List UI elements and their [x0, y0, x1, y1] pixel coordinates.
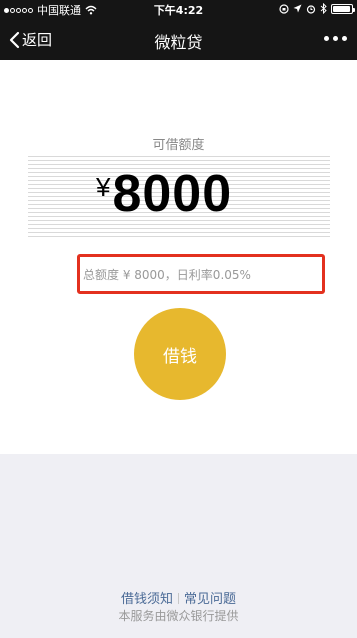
more-dot-icon [342, 36, 347, 41]
limit-label: 可借额度 [152, 138, 205, 153]
faq-link[interactable]: 常见问题 [184, 592, 236, 607]
credit-info-text: 总额度 ¥ 8000，日利率0.05% [83, 267, 251, 282]
page-title: 微粒贷 [154, 33, 203, 52]
battery-fill [333, 5, 351, 12]
location-icon [293, 4, 302, 13]
alarm-icon [306, 4, 316, 14]
battery-icon [331, 3, 355, 14]
bluetooth-icon [320, 3, 327, 14]
borrow-notice-link[interactable]: 借钱须知 [121, 592, 173, 607]
footer: 借钱须知 常见问题 本服务由微众银行提供 [0, 454, 357, 638]
currency-symbol: ¥ [96, 172, 111, 202]
status-bar: 中国联通 下午4:22 [0, 0, 357, 18]
footer-links: 借钱须知 常见问题 [0, 588, 357, 607]
orientation-lock-icon [279, 3, 289, 14]
provider-text: 本服务由微众银行提供 [118, 609, 239, 623]
more-dot-icon [333, 36, 338, 41]
amount-value: 8000 [112, 165, 233, 223]
credit-info-highlight: 总额度 ¥ 8000，日利率0.05% [77, 254, 325, 294]
more-dot-icon [324, 36, 329, 41]
borrow-button-label: 借钱 [163, 346, 197, 367]
loan-panel: 可借额度 ¥ 8000 总额度 ¥ 8000，日利率0.05% 借钱 [0, 60, 357, 454]
link-divider [178, 593, 179, 604]
credit-amount: ¥ 8000 [96, 164, 232, 224]
nav-bar: 返回 微粒贷 [0, 18, 357, 60]
more-options-button[interactable] [324, 36, 347, 41]
status-right [279, 3, 355, 14]
borrow-button[interactable]: 借钱 [134, 308, 226, 400]
